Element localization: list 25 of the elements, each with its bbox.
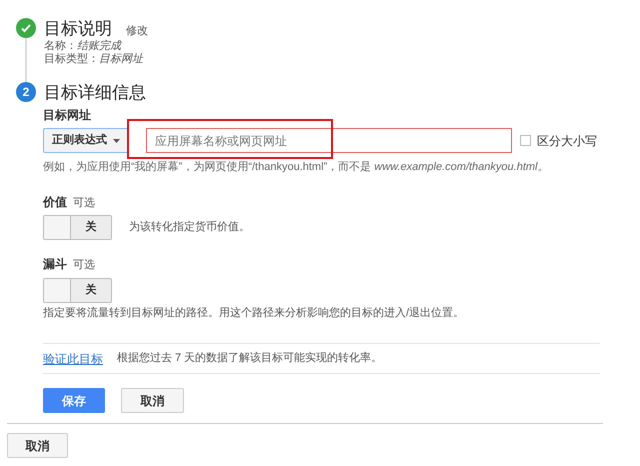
option-label: 漏斗 (43, 256, 67, 273)
cancel-button[interactable]: 取消 (121, 388, 184, 413)
toggle-switch[interactable]: 关 (43, 215, 112, 240)
caret-icon (113, 138, 120, 142)
optional-text: 可选 (73, 258, 95, 273)
step-title: 目标详细信息 (44, 82, 146, 104)
step-number: 2 (16, 82, 36, 102)
toggle-switch[interactable]: 关 (43, 278, 112, 302)
verify-link[interactable]: 验证此目标 (43, 350, 103, 368)
optional-text: 可选 (73, 196, 95, 210)
case-sensitive-checkbox[interactable]: 区分大小写 (520, 132, 597, 150)
verify-text: 根据您过去 7 天的数据了解该目标可能实现的转化率。 (117, 350, 382, 366)
option-label: 价值 (43, 194, 67, 210)
save-button[interactable]: 保存 (43, 388, 105, 413)
description-text: 指定要将流量转到目标网址的路径。用这个路径来分析影响您的目标的进入/退出位置。 (43, 306, 466, 320)
url-input[interactable]: 应用屏幕名称或网页网址 (146, 128, 512, 153)
step-title: 目标说明 (44, 18, 112, 40)
field-label: 目标网址 (43, 107, 92, 124)
detail-text: 目标类型：目标网址 (44, 53, 144, 66)
hint-text: 例如，为应用使用“我的屏幕”，为网页使用“/thankyou.html”，而不是 www.example.com/thankyou.html。 (43, 160, 550, 175)
cancel-button[interactable]: 取消 (7, 433, 68, 458)
edit-link[interactable]: 修改 (126, 23, 148, 40)
match-type-dropdown[interactable]: 正则表达式 (43, 128, 129, 153)
description-text: 为该转化指定货币价值。 (129, 220, 250, 236)
detail-text: 名称：结账完成 (44, 40, 123, 53)
